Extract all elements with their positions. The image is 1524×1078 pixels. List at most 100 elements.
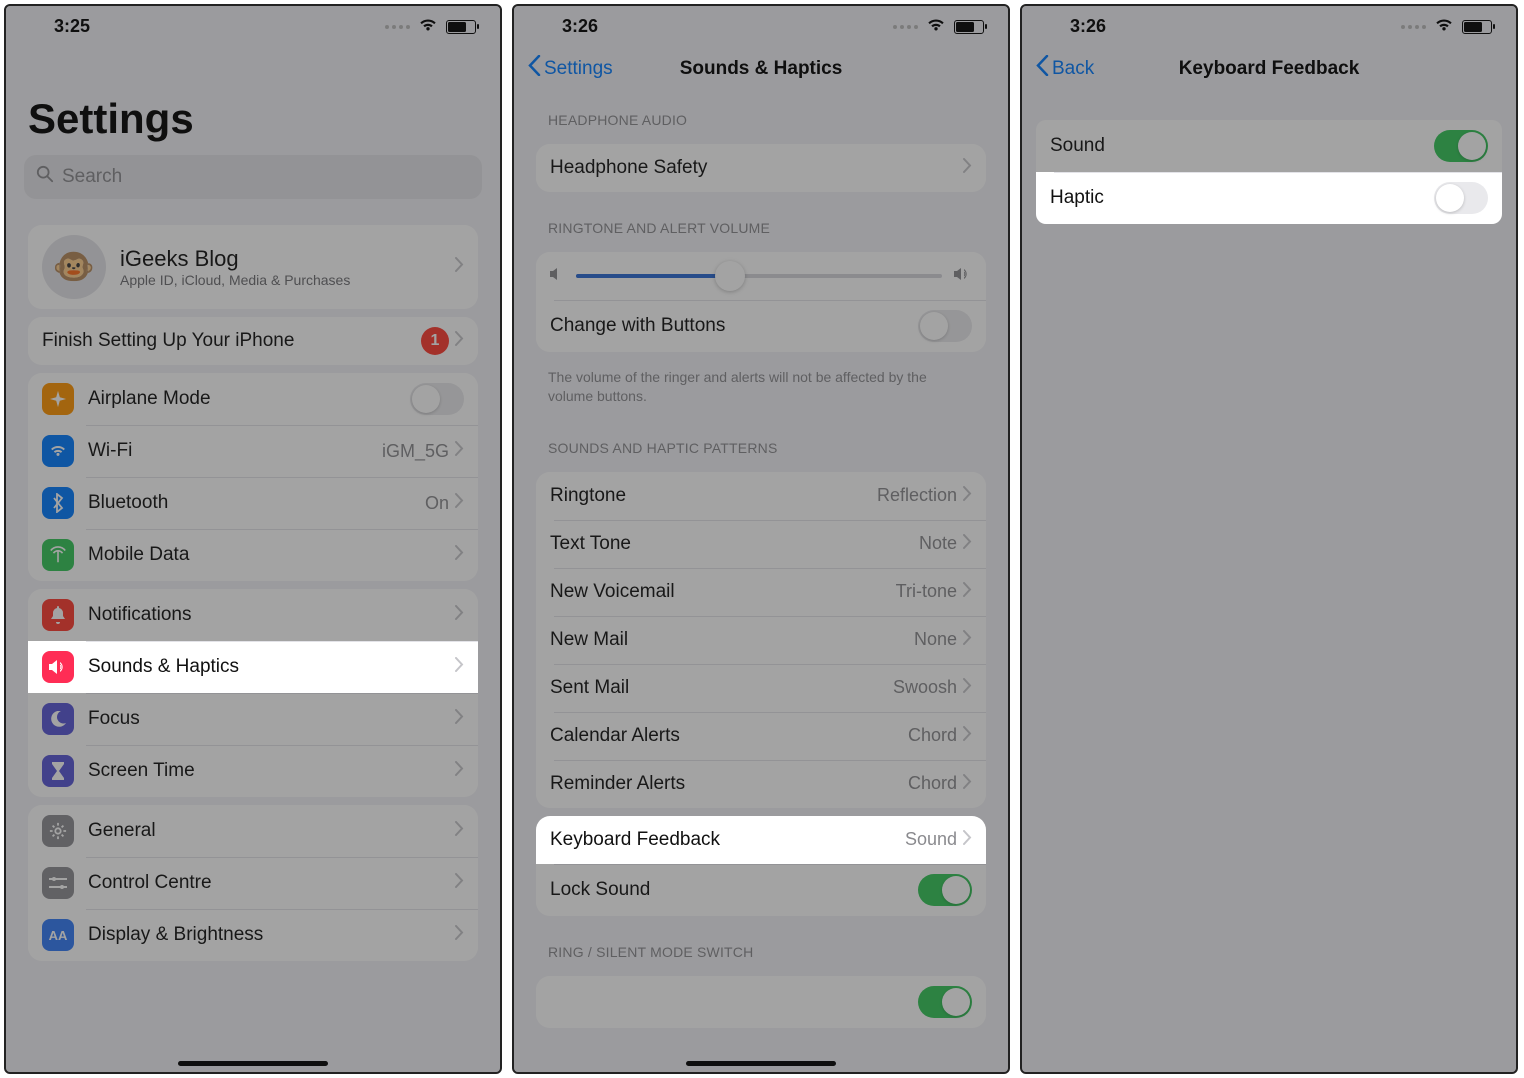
chevron-right-icon	[963, 678, 972, 698]
new-voicemail-row[interactable]: New Voicemail Tri-tone	[536, 568, 986, 616]
airplane-toggle[interactable]	[410, 383, 464, 415]
chevron-right-icon	[455, 493, 464, 513]
reminder-label: Reminder Alerts	[550, 773, 908, 795]
sound-toggle[interactable]	[1434, 130, 1488, 162]
navbar: Back Keyboard Feedback	[1022, 43, 1516, 92]
headphone-safety-label: Headphone Safety	[550, 157, 963, 179]
lock-sound-toggle[interactable]	[918, 874, 972, 906]
home-indicator[interactable]	[178, 1061, 328, 1066]
chevron-right-icon	[963, 774, 972, 794]
keyboard-label: Keyboard Feedback	[550, 829, 905, 851]
screentime-label: Screen Time	[88, 760, 455, 782]
section-footer: The volume of the ringer and alerts will…	[518, 360, 1004, 420]
ringtone-row[interactable]: Ringtone Reflection	[536, 472, 986, 520]
wifi-row[interactable]: Wi-Fi iGM_5G	[28, 425, 478, 477]
general-row[interactable]: General	[28, 805, 478, 857]
mobile-data-row[interactable]: Mobile Data	[28, 529, 478, 581]
haptic-row[interactable]: Haptic	[1036, 172, 1502, 224]
haptic-toggle[interactable]	[1434, 182, 1488, 214]
keyboard-feedback-row[interactable]: Keyboard Feedback Sound	[536, 816, 986, 864]
control-centre-row[interactable]: Control Centre	[28, 857, 478, 909]
ring-silent-toggle[interactable]	[918, 986, 972, 1018]
newmail-label: New Mail	[550, 629, 914, 651]
ring-silent-label	[550, 991, 918, 1013]
chevron-right-icon	[455, 657, 464, 677]
sound-row[interactable]: Sound	[1036, 120, 1502, 172]
display-row[interactable]: AA Display & Brightness	[28, 909, 478, 961]
change-buttons-toggle[interactable]	[918, 310, 972, 342]
screen-time-row[interactable]: Screen Time	[28, 745, 478, 797]
home-indicator[interactable]	[686, 1061, 836, 1066]
gear-icon	[42, 815, 74, 847]
chevron-right-icon	[455, 925, 464, 945]
bluetooth-value: On	[425, 493, 449, 514]
text-tone-row[interactable]: Text Tone Note	[536, 520, 986, 568]
cellular-dots-icon	[385, 25, 410, 29]
bluetooth-row[interactable]: Bluetooth On	[28, 477, 478, 529]
clock: 3:25	[54, 16, 90, 37]
chevron-right-icon	[455, 441, 464, 461]
chevron-right-icon	[455, 545, 464, 565]
ringtone-value: Reflection	[877, 485, 957, 506]
search-placeholder: Search	[62, 166, 122, 188]
finish-setup-label: Finish Setting Up Your iPhone	[42, 330, 421, 352]
section-header: HEADPHONE AUDIO	[518, 92, 1004, 136]
battery-icon	[954, 20, 984, 34]
chevron-right-icon	[963, 830, 972, 850]
slider-thumb[interactable]	[715, 261, 745, 291]
clock: 3:26	[562, 16, 598, 37]
reminder-alerts-row[interactable]: Reminder Alerts Chord	[536, 760, 986, 808]
nav-title: Keyboard Feedback	[1179, 58, 1360, 80]
focus-row[interactable]: Focus	[28, 693, 478, 745]
section-header: RING / SILENT MODE SWITCH	[518, 924, 1004, 968]
back-label: Settings	[544, 58, 613, 80]
bluetooth-label: Bluetooth	[88, 492, 425, 514]
speaker-icon	[42, 651, 74, 683]
apple-id-sub: Apple ID, iCloud, Media & Purchases	[120, 272, 455, 288]
chevron-right-icon	[455, 257, 464, 277]
sent-mail-row[interactable]: Sent Mail Swoosh	[536, 664, 986, 712]
voicemail-label: New Voicemail	[550, 581, 896, 603]
text-tone-label: Text Tone	[550, 533, 919, 555]
headphone-safety-row[interactable]: Headphone Safety	[536, 144, 986, 192]
volume-slider[interactable]	[576, 274, 942, 278]
wifi-label: Wi-Fi	[88, 440, 382, 462]
calendar-label: Calendar Alerts	[550, 725, 908, 747]
calendar-alerts-row[interactable]: Calendar Alerts Chord	[536, 712, 986, 760]
lock-sound-row[interactable]: Lock Sound	[536, 864, 986, 916]
volume-low-icon	[550, 267, 564, 286]
new-mail-row[interactable]: New Mail None	[536, 616, 986, 664]
back-label: Back	[1052, 58, 1094, 80]
search-input[interactable]: Search	[24, 155, 482, 199]
battery-icon	[446, 20, 476, 34]
avatar: 🐵	[42, 235, 106, 299]
back-button[interactable]: Settings	[528, 55, 613, 82]
notifications-row[interactable]: Notifications	[28, 589, 478, 641]
status-bar: 3:26	[1022, 6, 1516, 43]
apple-id-row[interactable]: 🐵 iGeeks Blog Apple ID, iCloud, Media & …	[28, 225, 478, 309]
chevron-right-icon	[455, 709, 464, 729]
clock: 3:26	[1070, 16, 1106, 37]
sound-label: Sound	[1050, 135, 1434, 157]
finish-setup-row[interactable]: Finish Setting Up Your iPhone 1	[28, 317, 478, 365]
wifi-icon	[926, 16, 946, 37]
change-with-buttons-row[interactable]: Change with Buttons	[536, 300, 986, 352]
wifi-value: iGM_5G	[382, 441, 449, 462]
notifications-label: Notifications	[88, 604, 455, 626]
chevron-right-icon	[963, 726, 972, 746]
general-label: General	[88, 820, 455, 842]
nav-title: Sounds & Haptics	[680, 58, 843, 80]
focus-label: Focus	[88, 708, 455, 730]
chevron-left-icon	[528, 55, 541, 82]
control-label: Control Centre	[88, 872, 455, 894]
sounds-haptics-row[interactable]: Sounds & Haptics	[28, 641, 478, 693]
status-bar: 3:26	[514, 6, 1008, 43]
keyboard-value: Sound	[905, 829, 957, 850]
chevron-right-icon	[455, 761, 464, 781]
ring-silent-row[interactable]	[536, 976, 986, 1028]
airplane-mode-row[interactable]: Airplane Mode	[28, 373, 478, 425]
page-title: Settings	[6, 43, 500, 151]
cellular-dots-icon	[893, 25, 918, 29]
back-button[interactable]: Back	[1036, 55, 1094, 82]
text-tone-value: Note	[919, 533, 957, 554]
